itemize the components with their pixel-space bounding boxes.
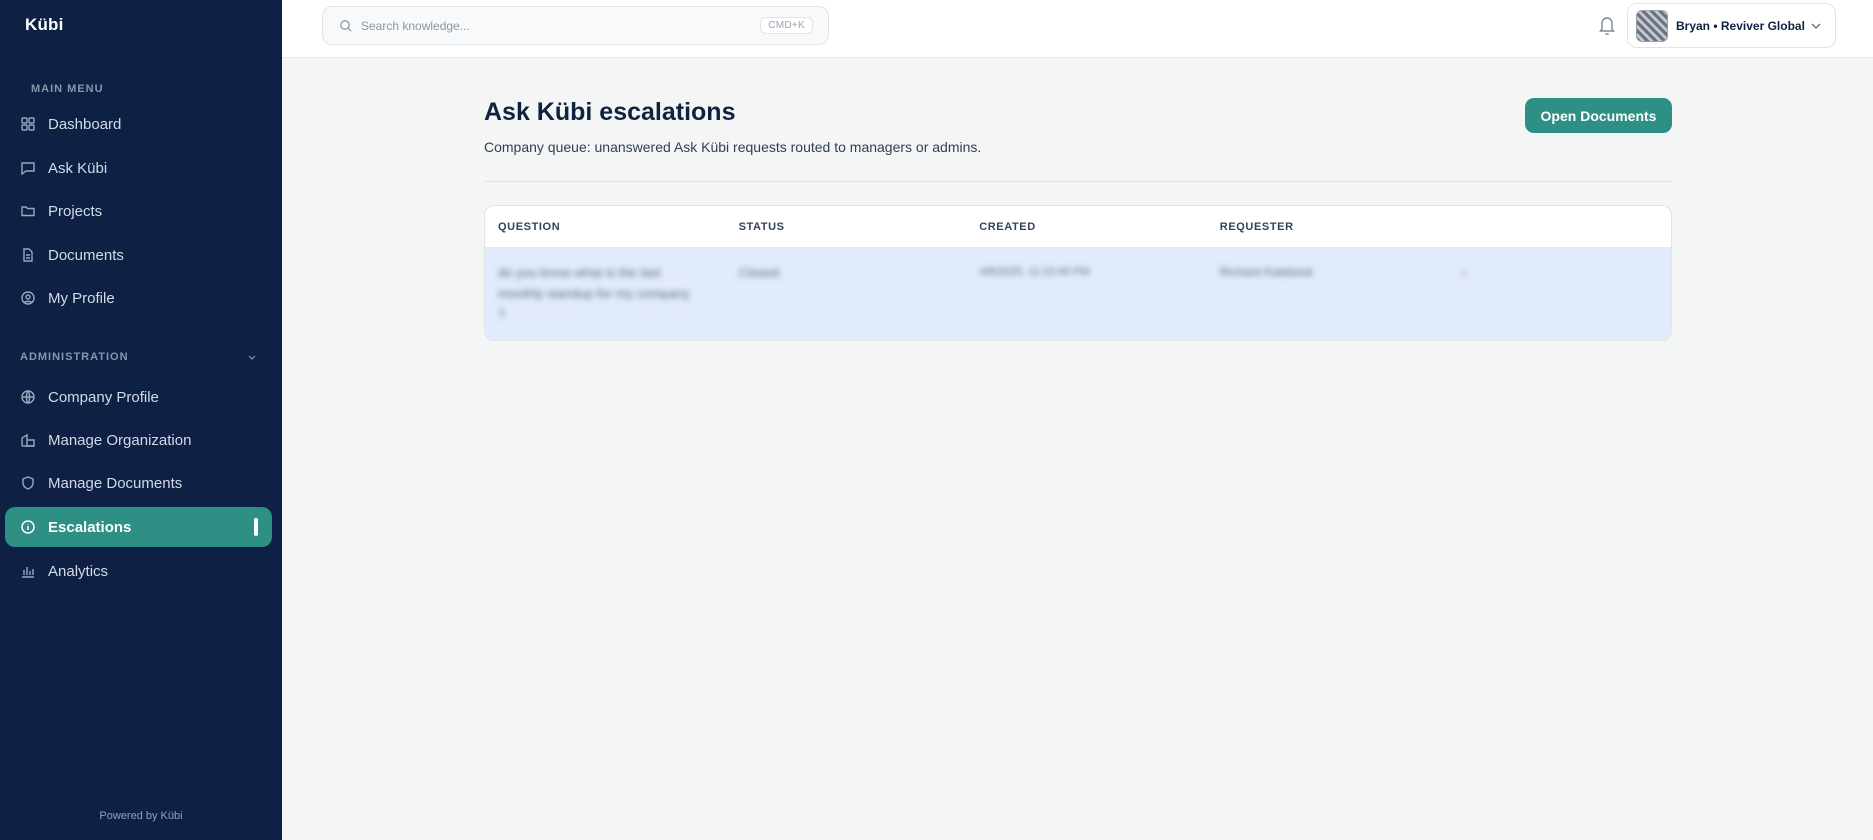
sidebar-item-label: Manage Organization	[48, 431, 192, 449]
info-icon	[20, 519, 36, 535]
chevron-down-icon	[1809, 19, 1823, 33]
sidebar-item-documents[interactable]: Documents	[5, 235, 272, 275]
cell-actions[interactable]: –	[1447, 262, 1671, 340]
sidebar-item-label: Projects	[48, 202, 103, 220]
app-root: Kübi MAIN MENU Dashboard Ask Kübi Projec…	[0, 0, 1873, 840]
open-documents-button[interactable]: Open Documents	[1525, 98, 1672, 133]
document-icon	[20, 247, 36, 263]
table-header: QUESTION STATUS CREATED REQUESTER	[485, 206, 1671, 248]
user-menu-button[interactable]: Bryan • Reviver Global	[1627, 3, 1836, 48]
search-icon	[339, 19, 353, 33]
cell-requester: Richard Kalatsiuk	[1219, 265, 1314, 279]
powered-by-footer: Powered by Kübi	[99, 810, 183, 822]
sidebar-item-label: My Profile	[48, 289, 115, 307]
main-content: CMD+K Bryan • Reviver Global Ask Kübi es…	[282, 0, 1873, 840]
chat-icon	[20, 160, 36, 176]
main-menu-label: MAIN MENU	[31, 83, 104, 95]
divider	[484, 181, 1672, 182]
sidebar-item-label: Ask Kübi	[48, 159, 108, 177]
grid-icon	[20, 116, 36, 132]
avatar	[1636, 9, 1668, 42]
search-input[interactable]	[361, 18, 761, 33]
sidebar-item-projects[interactable]: Projects	[5, 191, 272, 231]
top-bar: CMD+K Bryan • Reviver Global	[282, 0, 1873, 58]
sidebar-item-label: Company Profile	[48, 388, 159, 406]
sidebar-item-ask-kubi[interactable]: Ask Kübi	[5, 148, 272, 188]
sidebar-item-label: Dashboard	[48, 115, 122, 133]
column-header-created[interactable]: CREATED	[966, 221, 1207, 233]
sidebar-item-label: Manage Documents	[48, 474, 183, 492]
cell-created: 4/8/2025, 11:23:49 PM	[979, 266, 1090, 278]
building-icon	[20, 432, 36, 448]
cell-status: Closed	[738, 265, 780, 280]
column-header-question[interactable]: QUESTION	[485, 221, 726, 233]
bell-icon[interactable]	[1597, 14, 1617, 36]
sidebar-item-dashboard[interactable]: Dashboard	[5, 104, 272, 144]
shield-icon	[20, 475, 36, 491]
search-box[interactable]: CMD+K	[322, 6, 829, 45]
active-indicator	[254, 518, 258, 536]
escalations-table: QUESTION STATUS CREATED REQUESTER do you…	[484, 205, 1672, 341]
bar-chart-icon	[20, 563, 36, 579]
app-logo[interactable]: Kübi	[25, 15, 64, 35]
page-subtitle: Company queue: unanswered Ask Kübi reque…	[484, 139, 982, 155]
sidebar-item-company-profile[interactable]: Company Profile	[5, 377, 272, 417]
page-title: Ask Kübi escalations	[484, 98, 736, 126]
column-header-status[interactable]: STATUS	[726, 221, 967, 233]
sidebar-item-manage-documents[interactable]: Manage Documents	[5, 463, 272, 503]
sidebar-item-my-profile[interactable]: My Profile	[5, 278, 272, 318]
folder-icon	[20, 203, 36, 219]
search-shortcut-badge: CMD+K	[760, 17, 813, 34]
sidebar-item-label: Documents	[48, 246, 124, 264]
sidebar-item-label: Analytics	[48, 562, 109, 580]
globe-icon	[20, 389, 36, 405]
sidebar-item-escalations[interactable]: Escalations	[5, 507, 272, 547]
user-circle-icon	[20, 290, 36, 306]
table-row[interactable]: do you know what is the last monthly sta…	[485, 248, 1671, 340]
sidebar: Kübi MAIN MENU Dashboard Ask Kübi Projec…	[0, 0, 282, 840]
cell-question: do you know what is the last monthly sta…	[498, 265, 690, 322]
sidebar-item-analytics[interactable]: Analytics	[5, 551, 272, 591]
sidebar-item-manage-organization[interactable]: Manage Organization	[5, 420, 272, 460]
chevron-down-icon	[247, 352, 257, 362]
administration-section-toggle[interactable]: ADMINISTRATION	[20, 351, 257, 363]
column-header-requester[interactable]: REQUESTER	[1207, 221, 1448, 233]
user-label: Bryan • Reviver Global	[1676, 18, 1805, 33]
administration-label: ADMINISTRATION	[20, 351, 129, 363]
sidebar-item-label: Escalations	[48, 518, 132, 536]
